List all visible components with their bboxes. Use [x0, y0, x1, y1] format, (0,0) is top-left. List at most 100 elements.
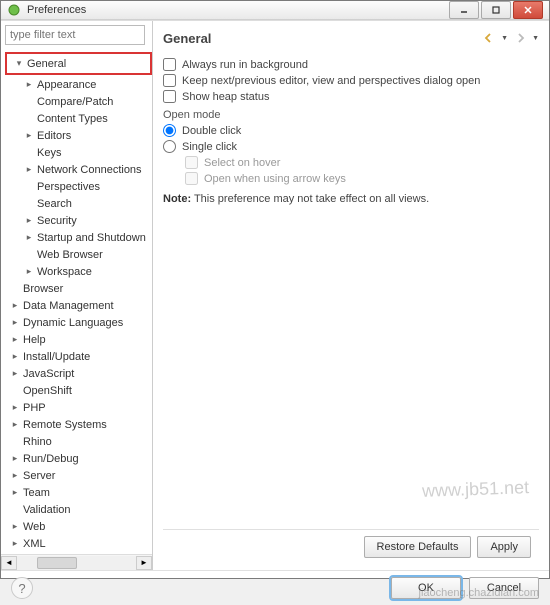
- tree-item[interactable]: Web Browser: [5, 246, 152, 263]
- tree-item[interactable]: OpenShift: [5, 382, 152, 399]
- tree-item[interactable]: Content Types: [5, 110, 152, 127]
- tree-item[interactable]: ▸Run/Debug: [5, 450, 152, 467]
- tree: ▾General ▸Appearance Compare/Patch Content …: [1, 49, 152, 554]
- apply-button[interactable]: Apply: [477, 536, 531, 558]
- tree-item[interactable]: Browser: [5, 280, 152, 297]
- tree-item[interactable]: ▸Security: [5, 212, 152, 229]
- tree-item-label: Server: [21, 470, 57, 482]
- tree-item-label: Dynamic Languages: [21, 317, 125, 329]
- tree-item[interactable]: ▸Dynamic Languages: [5, 314, 152, 331]
- tree-item[interactable]: ▸Server: [5, 467, 152, 484]
- tree-item[interactable]: Rhino: [5, 433, 152, 450]
- scroll-left-arrow-icon[interactable]: ◄: [1, 556, 17, 570]
- content-header: General ▼ ▼: [163, 27, 539, 49]
- tree-item-label: XML: [21, 538, 48, 550]
- tree-item[interactable]: ▸XML: [5, 535, 152, 552]
- tree-collapse-icon[interactable]: ▾: [13, 58, 25, 69]
- tree-item[interactable]: ▸Network Connections: [5, 161, 152, 178]
- back-menu-icon[interactable]: ▼: [501, 35, 508, 42]
- tree-item[interactable]: ▸Editors: [5, 127, 152, 144]
- tree-expand-icon[interactable]: ▸: [23, 266, 35, 277]
- page-heading: General: [163, 31, 211, 46]
- horizontal-scrollbar[interactable]: ◄ ►: [1, 554, 152, 570]
- minimize-button[interactable]: [449, 1, 479, 19]
- tree-item[interactable]: ▸Startup and Shutdown: [5, 229, 152, 246]
- always-run-bg-checkbox[interactable]: [163, 58, 176, 71]
- tree-expand-icon[interactable]: ▸: [9, 538, 21, 549]
- tree-expand-icon[interactable]: ▸: [9, 300, 21, 311]
- tree-expand-icon[interactable]: ▸: [23, 79, 35, 90]
- single-click-radio[interactable]: [163, 140, 176, 153]
- tree-expand-icon[interactable]: ▸: [23, 232, 35, 243]
- show-heap-checkbox[interactable]: [163, 90, 176, 103]
- tree-item-label: Workspace: [35, 266, 94, 278]
- tree-item[interactable]: ▸Remote Systems: [5, 416, 152, 433]
- tree-item[interactable]: Validation: [5, 501, 152, 518]
- tree-expand-icon[interactable]: ▸: [9, 453, 21, 464]
- tree-item[interactable]: ▸Data Management: [5, 297, 152, 314]
- tree-item[interactable]: ▸Appearance: [5, 76, 152, 93]
- filter-input[interactable]: [5, 25, 145, 45]
- tree-expand-icon[interactable]: ▸: [9, 470, 21, 481]
- tree-item-label: JavaScript: [21, 368, 76, 380]
- always-run-bg-label: Always run in background: [182, 59, 308, 71]
- note-text: This preference may not take effect on a…: [191, 193, 429, 205]
- tree-item-label: Keys: [35, 147, 63, 159]
- tree-expand-icon[interactable]: ▸: [9, 419, 21, 430]
- open-mode-label: Open mode: [163, 109, 539, 121]
- help-icon[interactable]: ?: [11, 577, 33, 599]
- tree-item-label: Compare/Patch: [35, 96, 115, 108]
- general-form: Always run in background Keep next/previ…: [163, 55, 539, 205]
- tree-item[interactable]: ▸Web: [5, 518, 152, 535]
- tree-item[interactable]: Search: [5, 195, 152, 212]
- tree-expand-icon[interactable]: ▸: [9, 402, 21, 413]
- tree-item-label: Search: [35, 198, 74, 210]
- tree-item[interactable]: ▸Install/Update: [5, 348, 152, 365]
- tree-expand-icon[interactable]: ▸: [9, 334, 21, 345]
- tree-item[interactable]: ▸Workspace: [5, 263, 152, 280]
- body: ▾General▸AppearanceCompare/PatchContent …: [1, 20, 549, 570]
- tree-item-label: Team: [21, 487, 52, 499]
- tree-item[interactable]: ▾General: [9, 55, 148, 72]
- tree-expand-icon[interactable]: ▸: [23, 215, 35, 226]
- tree-expand-icon[interactable]: ▸: [9, 317, 21, 328]
- tree-expand-icon[interactable]: ▸: [9, 368, 21, 379]
- tree-item-label: OpenShift: [21, 385, 74, 397]
- tree-expand-icon[interactable]: ▸: [23, 130, 35, 141]
- tree-item-label: Security: [35, 215, 79, 227]
- keep-dialog-checkbox[interactable]: [163, 74, 176, 87]
- double-click-radio[interactable]: [163, 124, 176, 137]
- ok-button[interactable]: OK: [391, 577, 461, 599]
- forward-button[interactable]: [512, 30, 528, 46]
- note-label: Note:: [163, 193, 191, 205]
- tree-item[interactable]: ▸JavaScript: [5, 365, 152, 382]
- tree-item[interactable]: Perspectives: [5, 178, 152, 195]
- tree-item-label: Browser: [21, 283, 65, 295]
- scroll-thumb[interactable]: [37, 557, 77, 569]
- tree-item-label: Help: [21, 334, 48, 346]
- tree-expand-icon[interactable]: ▸: [9, 351, 21, 362]
- close-button[interactable]: [513, 1, 543, 19]
- content-pane: General ▼ ▼ Always run in background Kee…: [153, 21, 549, 570]
- tree-item[interactable]: Compare/Patch: [5, 93, 152, 110]
- titlebar: Preferences: [1, 1, 549, 20]
- tree-expand-icon[interactable]: ▸: [9, 521, 21, 532]
- tree-item[interactable]: ▸Team: [5, 484, 152, 501]
- restore-defaults-button[interactable]: Restore Defaults: [364, 536, 472, 558]
- tree-item-label: PHP: [21, 402, 48, 414]
- tree-item[interactable]: ▸PHP: [5, 399, 152, 416]
- tree-item-label: Run/Debug: [21, 453, 81, 465]
- preferences-window: Preferences ▾General▸AppearanceCompare/P…: [0, 0, 550, 579]
- back-button[interactable]: [481, 30, 497, 46]
- single-click-label: Single click: [182, 141, 237, 153]
- tree-item-label: Remote Systems: [21, 419, 109, 431]
- maximize-button[interactable]: [481, 1, 511, 19]
- scroll-track[interactable]: [17, 556, 136, 570]
- tree-item[interactable]: ▸Help: [5, 331, 152, 348]
- scroll-right-arrow-icon[interactable]: ►: [136, 556, 152, 570]
- tree-item[interactable]: Keys: [5, 144, 152, 161]
- cancel-button[interactable]: Cancel: [469, 577, 539, 599]
- forward-menu-icon[interactable]: ▼: [532, 35, 539, 42]
- tree-expand-icon[interactable]: ▸: [9, 487, 21, 498]
- tree-expand-icon[interactable]: ▸: [23, 164, 35, 175]
